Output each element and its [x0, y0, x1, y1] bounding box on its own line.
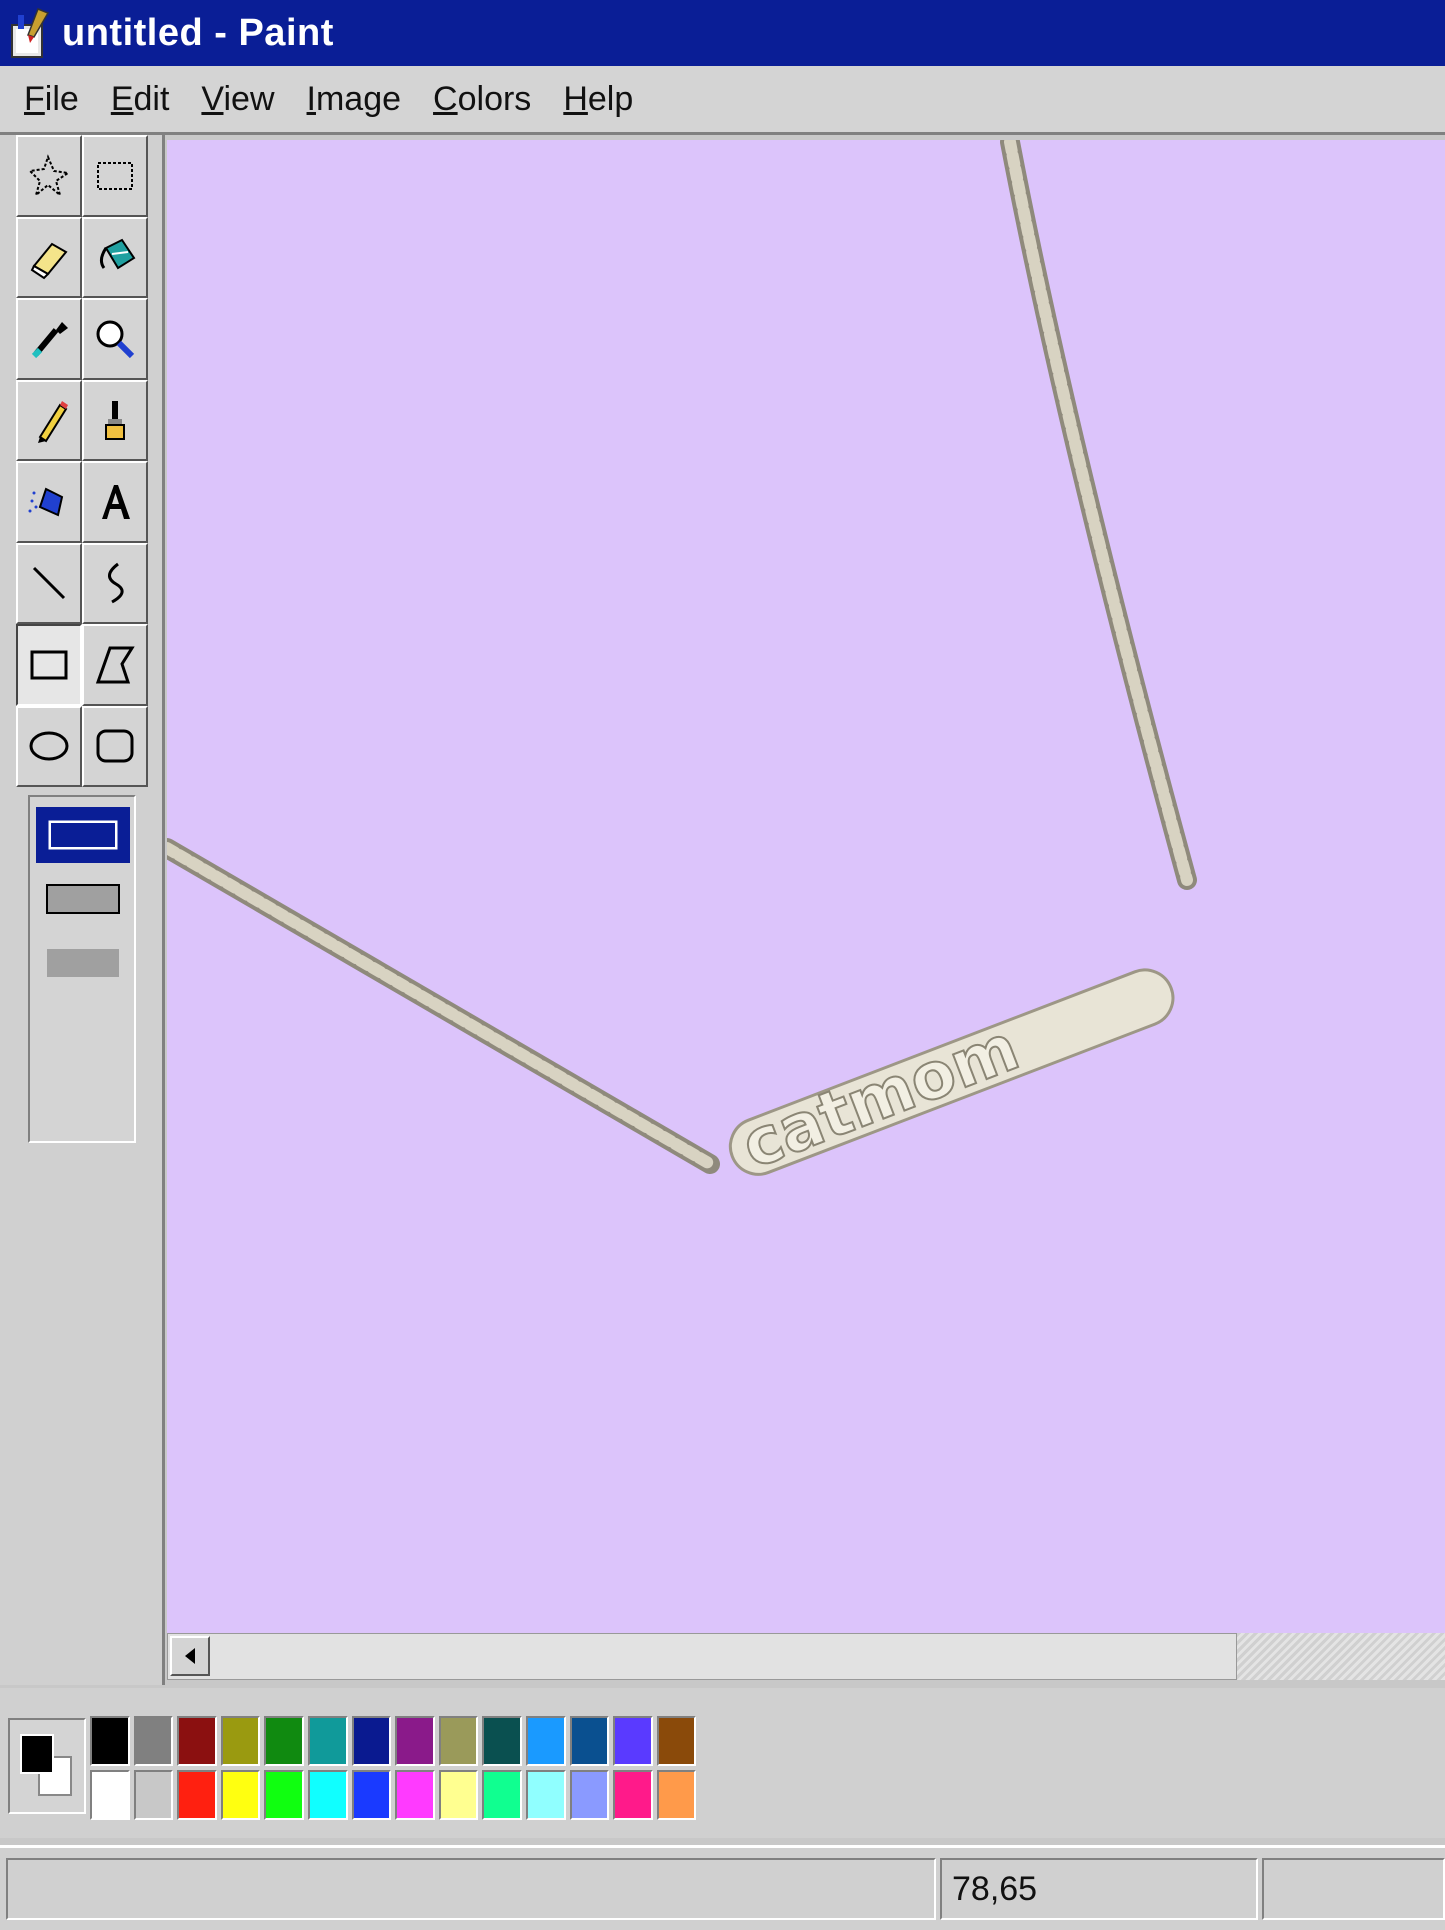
fill-style-selector: [28, 795, 136, 1143]
rectangle-tool[interactable]: [16, 624, 82, 706]
status-message: [6, 1858, 936, 1920]
cursor-coordinates: 78,65: [940, 1858, 1258, 1920]
polygon-icon: [95, 646, 135, 684]
free-form-select-icon: [27, 153, 71, 198]
color-swatch[interactable]: [90, 1716, 130, 1766]
ellipse-icon: [29, 731, 69, 761]
color-swatch[interactable]: [264, 1770, 304, 1820]
menu-file[interactable]: File: [24, 80, 79, 119]
pencil-icon: [38, 401, 68, 444]
pencil-tool[interactable]: [16, 379, 82, 461]
brush-tool[interactable]: [82, 379, 148, 461]
scrollbar-corner: [1237, 1633, 1445, 1680]
title-bar: untitled - Paint: [0, 0, 1445, 66]
color-swatch[interactable]: [569, 1716, 610, 1766]
color-swatch[interactable]: [220, 1716, 261, 1766]
foreground-color[interactable]: [20, 1734, 54, 1774]
rounded-rectangle-icon: [96, 729, 134, 763]
color-swatch[interactable]: [177, 1716, 217, 1766]
color-swatch[interactable]: [613, 1716, 653, 1766]
paint-app-icon[interactable]: [8, 7, 54, 59]
menu-colors[interactable]: Colors: [433, 80, 531, 119]
eraser-icon: [30, 242, 68, 280]
style-outline-option[interactable]: [36, 807, 130, 863]
rounded-rectangle-tool[interactable]: [82, 705, 148, 787]
fill-with-color-tool[interactable]: [82, 216, 148, 298]
color-swatch[interactable]: [656, 1770, 697, 1820]
text-tool[interactable]: [82, 461, 148, 543]
eraser-tool[interactable]: [16, 216, 82, 298]
color-swatch[interactable]: [133, 1770, 174, 1820]
menu-bar: File Edit View Image Colors Help: [0, 66, 1445, 135]
airbrush-icon: [28, 487, 64, 517]
brush-icon: [105, 401, 125, 441]
curve-tool[interactable]: [82, 542, 148, 624]
menu-edit[interactable]: Edit: [111, 80, 170, 119]
color-palette: [0, 1688, 1445, 1838]
color-swatch[interactable]: [438, 1716, 479, 1766]
color-swatch[interactable]: [613, 1770, 653, 1820]
magnifier-icon: [96, 320, 135, 358]
current-colors[interactable]: [8, 1718, 86, 1814]
color-swatch[interactable]: [395, 1770, 435, 1820]
color-swatch[interactable]: [569, 1770, 610, 1820]
fill-style-icon: [47, 949, 119, 977]
curve-icon: [108, 563, 124, 604]
drawing-canvas[interactable]: catmom: [167, 140, 1445, 1633]
color-swatch[interactable]: [438, 1770, 479, 1820]
color-swatch[interactable]: [482, 1770, 522, 1820]
tool-grid: [16, 135, 148, 787]
outline-style-icon: [45, 817, 121, 853]
status-bar: 78,65: [0, 1845, 1445, 1930]
catmom-pendant: catmom: [728, 968, 1175, 1185]
color-swatch[interactable]: [133, 1716, 174, 1766]
rectangle-select-icon: [97, 161, 133, 190]
color-swatch[interactable]: [351, 1716, 392, 1766]
scroll-left-button[interactable]: [170, 1636, 210, 1676]
color-swatch[interactable]: [307, 1770, 348, 1820]
rectangle-select-tool[interactable]: [82, 135, 148, 217]
toolbox: [0, 135, 165, 1685]
color-swatch[interactable]: [525, 1716, 566, 1766]
free-form-select-tool[interactable]: [16, 135, 82, 217]
polygon-tool[interactable]: [82, 624, 148, 706]
rectangle-icon: [30, 650, 68, 680]
eyedropper-icon: [31, 321, 68, 358]
outline-fill-style-icon: [46, 884, 120, 914]
color-swatch[interactable]: [307, 1716, 348, 1766]
color-swatch[interactable]: [351, 1770, 392, 1820]
menu-view[interactable]: View: [201, 80, 274, 119]
text-icon: [102, 484, 130, 519]
line-icon: [32, 567, 66, 600]
menu-image[interactable]: Image: [307, 80, 402, 119]
color-swatch[interactable]: [220, 1770, 261, 1820]
window-title: untitled - Paint: [62, 11, 334, 54]
selection-size: [1262, 1858, 1445, 1920]
line-tool[interactable]: [16, 542, 82, 624]
pick-color-tool[interactable]: [16, 298, 82, 380]
color-swatch[interactable]: [177, 1770, 217, 1820]
ellipse-tool[interactable]: [16, 705, 82, 787]
pendant-text: catmom: [732, 1011, 1028, 1184]
necklace-image: catmom: [167, 140, 1197, 1185]
color-swatch[interactable]: [482, 1716, 522, 1766]
arrow-left-icon: [185, 1648, 195, 1664]
paint-bucket-icon: [99, 238, 136, 270]
color-swatch[interactable]: [395, 1716, 435, 1766]
magnifier-tool[interactable]: [82, 298, 148, 380]
airbrush-tool[interactable]: [16, 461, 82, 543]
color-swatch[interactable]: [656, 1716, 697, 1766]
color-swatches: [88, 1714, 698, 1822]
style-outline-fill-option[interactable]: [36, 871, 130, 927]
color-swatch[interactable]: [264, 1716, 304, 1766]
color-swatch[interactable]: [525, 1770, 566, 1820]
style-fill-option[interactable]: [36, 935, 130, 991]
color-swatch[interactable]: [90, 1770, 130, 1820]
horizontal-scrollbar[interactable]: [167, 1633, 1237, 1680]
menu-help[interactable]: Help: [563, 80, 633, 119]
